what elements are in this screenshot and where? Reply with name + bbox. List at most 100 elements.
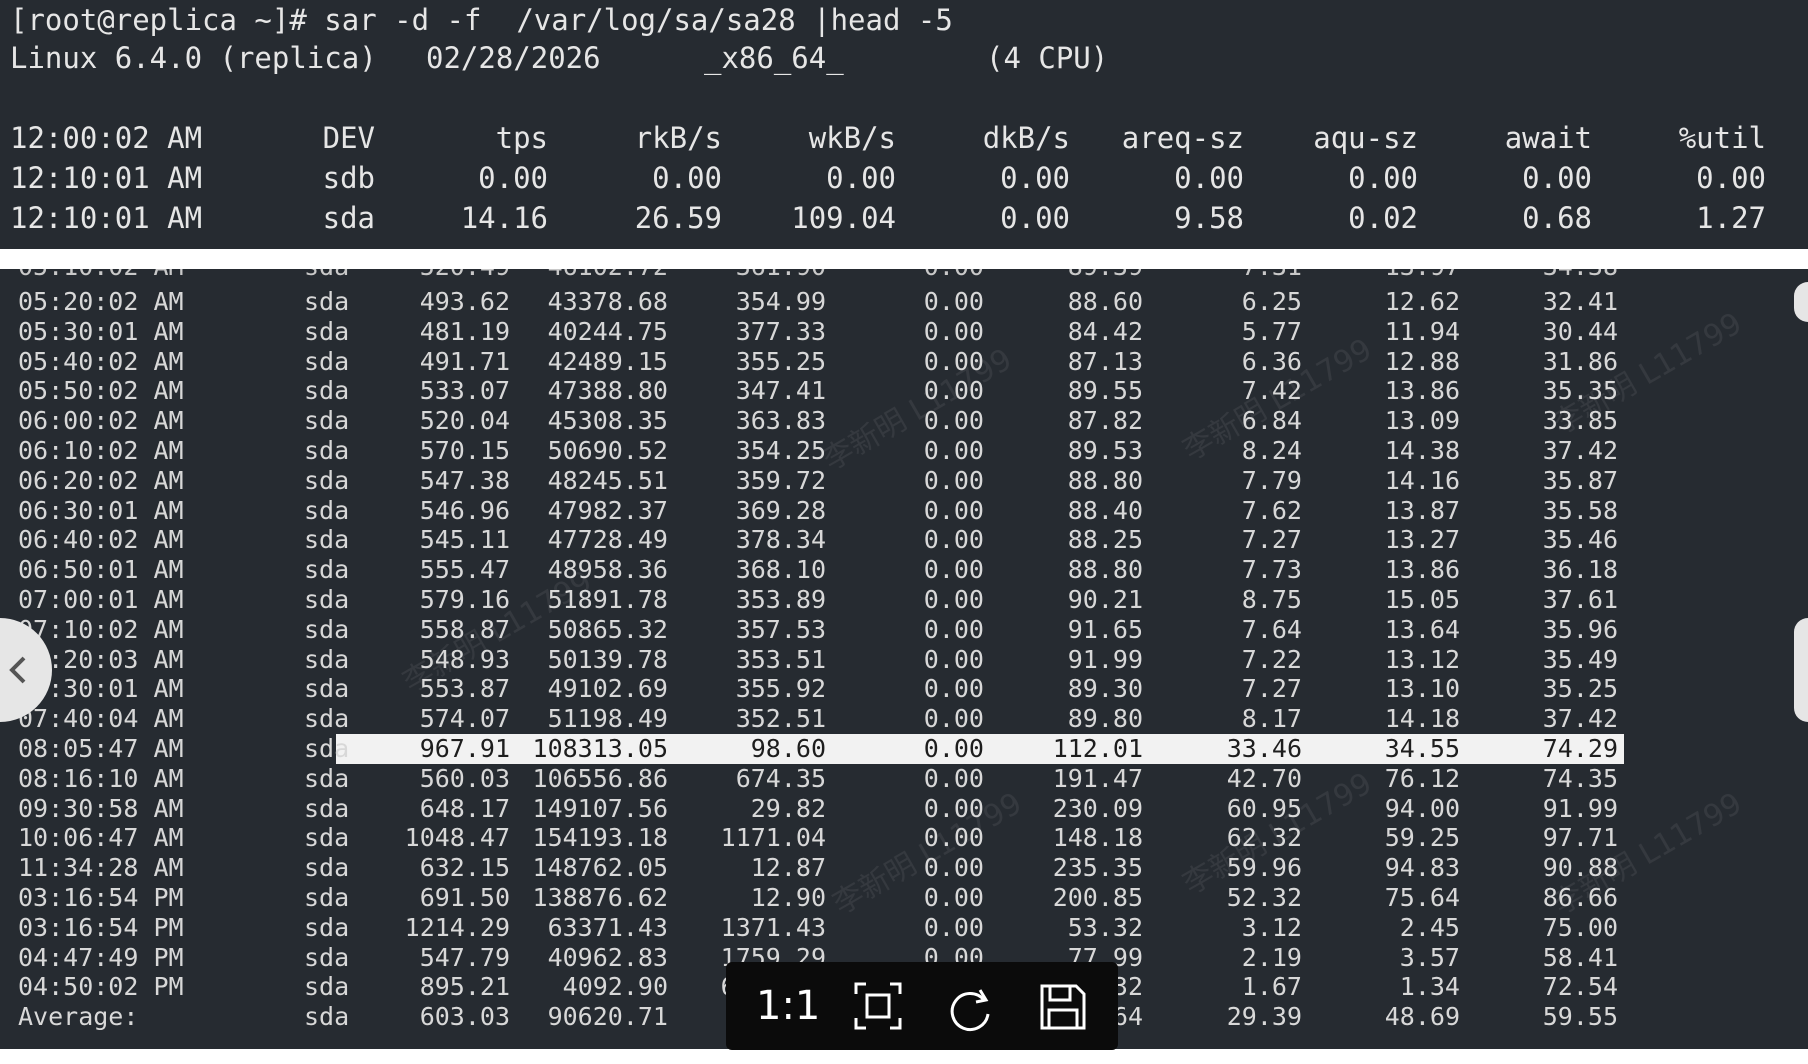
await-cell: 14.16 — [1384, 465, 1460, 495]
time-cell: 03:16:54 PM — [18, 883, 184, 912]
aqu-sz-cell: 7.31 — [1242, 269, 1302, 282]
wkbs-cell: 352.51 — [735, 704, 826, 734]
rkbs-cell: 63371.43 — [547, 912, 668, 942]
column-header-areq-sz: areq-sz — [1121, 121, 1244, 155]
areq-sz-cell: 148.18 — [1052, 823, 1143, 853]
dev-cell: sda — [304, 793, 350, 823]
time-cell: 07:00:01 AM — [18, 585, 184, 614]
table-row[interactable]: 03:16:54 PM sda 1214.29 63371.43 1371.43 0.00… — [0, 913, 1808, 943]
areq-sz-cell: 88.40 — [1067, 495, 1143, 525]
dev-cell: sda — [304, 346, 350, 376]
tps-cell: 481.19 — [419, 316, 510, 346]
tps-cell: 967.91 — [419, 734, 510, 763]
partial-table-row: 05:10:02 AM sda 520.49 46102.72 361.90 0.00 89… — [0, 269, 1808, 285]
table-row[interactable]: 07:40:04 AM sda 574.07 51198.49 352.51 0.00 89… — [0, 704, 1808, 734]
table-row[interactable]: 07:00:01 AM sda 579.16 51891.78 353.89 0.00 90… — [0, 585, 1808, 615]
await-cell: 0.00 — [1522, 161, 1592, 195]
dkbs-cell: 0.00 — [923, 465, 984, 495]
table-row[interactable]: 07:10:02 AM sda 558.87 50865.32 357.53 0.00 91… — [0, 615, 1808, 645]
util-cell: 59.55 — [1542, 1002, 1618, 1032]
dev-cell: sda — [304, 912, 350, 942]
table-row[interactable]: 05:40:02 AM sda 491.71 42489.15 355.25 0.00 87… — [0, 347, 1808, 377]
highlighted-table-row[interactable]: 08:05:47 AMsda967.91108313.0598.600.0011… — [336, 734, 1624, 764]
dev-cell: sda — [304, 674, 350, 704]
tps-cell: 493.62 — [419, 287, 510, 316]
table-row[interactable]: 06:50:01 AM sda 555.47 48958.36 368.10 0.00 88… — [0, 555, 1808, 585]
rkbs-cell: 47388.80 — [547, 376, 668, 406]
table-row[interactable]: 07:20:03 AM sda 548.93 50139.78 353.51 0.00 91… — [0, 645, 1808, 675]
rkbs-cell: 47982.37 — [547, 495, 668, 525]
rkbs-cell: 43378.68 — [547, 287, 668, 316]
dev-cell: sda — [304, 406, 350, 436]
wkbs-cell: 354.99 — [735, 287, 826, 316]
next-image-button[interactable] — [1794, 618, 1808, 722]
time-cell: 10:06:47 AM — [18, 823, 184, 853]
rotate-icon — [950, 989, 990, 1031]
table-row[interactable]: 06:10:02 AM sda 570.15 50690.52 354.25 0.00 89… — [0, 436, 1808, 466]
util-cell: 37.61 — [1542, 585, 1618, 614]
areq-sz-cell: 112.01 — [1052, 734, 1143, 763]
rkbs-cell: 148762.05 — [532, 853, 668, 883]
areq-sz-cell: 88.80 — [1067, 465, 1143, 495]
table-row[interactable]: 09:30:58 AM sda 648.17 149107.56 29.82 0.00 23… — [0, 794, 1808, 824]
dev-cell: sda — [304, 883, 350, 912]
await-cell: 12.88 — [1384, 346, 1460, 376]
wkbs-cell: 357.53 — [735, 614, 826, 644]
areq-sz-cell: 200.85 — [1052, 883, 1143, 912]
await-cell: 11.94 — [1384, 316, 1460, 346]
column-header-util: %util — [1678, 121, 1766, 155]
util-cell: 37.42 — [1542, 704, 1618, 734]
time-cell: 03:16:54 PM — [18, 912, 184, 942]
areq-sz-cell: 91.99 — [1067, 644, 1143, 674]
time-cell: 06:20:02 AM — [18, 465, 184, 495]
await-cell: 13.64 — [1384, 614, 1460, 644]
dev-cell: sda — [304, 495, 350, 525]
kernel-info: Linux 6.4.0 (replica) — [10, 41, 377, 75]
rotate-button[interactable] — [940, 976, 1000, 1036]
areq-sz-cell: 191.47 — [1052, 763, 1143, 793]
rkbs-cell: 40962.83 — [547, 942, 668, 972]
command-prompt-line: [root@replica ~]# sar -d -f /var/log/sa/… — [10, 3, 953, 37]
table-row[interactable]: 07:30:01 AM sda 553.87 49102.69 355.92 0.00 89… — [0, 674, 1808, 704]
aqu-sz-cell: 7.22 — [1241, 644, 1302, 674]
wkbs-cell: 353.89 — [735, 585, 826, 614]
await-cell: 13.86 — [1384, 376, 1460, 406]
table-row[interactable]: 05:30:01 AM sda 481.19 40244.75 377.33 0.00 84… — [0, 317, 1808, 347]
bottom-terminal-panel: 05:10:02 AM sda 520.49 46102.72 361.90 0.00 89… — [0, 269, 1808, 1049]
await-cell: 76.12 — [1384, 763, 1460, 793]
dkbs-cell: 0.00 — [923, 644, 984, 674]
await-cell: 13.10 — [1384, 674, 1460, 704]
rkbs-cell: 46102.72 — [548, 269, 668, 282]
table-row[interactable]: 08:16:10 AM sda 560.03 106556.86 674.35 0.00 1… — [0, 764, 1808, 794]
tps-cell: 603.03 — [419, 1002, 510, 1032]
wkbs-cell: 361.90 — [736, 269, 826, 282]
time-cell: Average: — [18, 1002, 139, 1032]
areq-sz-cell: 84.42 — [1067, 316, 1143, 346]
await-cell: 3.57 — [1399, 942, 1460, 972]
await-cell: 94.00 — [1384, 793, 1460, 823]
time-cell: 08:16:10 AM — [18, 763, 184, 793]
fit-screen-button[interactable] — [848, 976, 908, 1036]
actual-size-button[interactable]: 1:1 — [756, 976, 820, 1036]
aqu-sz-cell: 3.12 — [1241, 912, 1302, 942]
areq-sz-cell: 89.30 — [1067, 674, 1143, 704]
table-row[interactable]: 06:40:02 AM sda 545.11 47728.49 378.34 0.00 88… — [0, 525, 1808, 555]
rkbs-cell: 47728.49 — [547, 525, 668, 555]
util-cell: 0.00 — [1696, 161, 1766, 195]
tps-cell: 560.03 — [419, 763, 510, 793]
wkbs-cell: 368.10 — [735, 555, 826, 585]
table-row[interactable]: 06:30:01 AM sda 546.96 47982.37 369.28 0.00 88… — [0, 496, 1808, 526]
dkbs-cell: 0.00 — [923, 525, 984, 555]
report-date: 02/28/2026 — [426, 41, 601, 75]
dkbs-cell: 0.00 — [923, 704, 984, 734]
save-button[interactable] — [1032, 976, 1092, 1036]
rkbs-cell: 0.00 — [652, 161, 722, 195]
aqu-sz-cell: 7.73 — [1241, 555, 1302, 585]
util-cell: 35.58 — [1542, 495, 1618, 525]
areq-sz-cell: 89.39 — [1068, 269, 1143, 282]
util-cell: 58.41 — [1542, 942, 1618, 972]
viewer-edge-control[interactable] — [1794, 282, 1808, 322]
table-row[interactable]: 05:20:02 AM sda 493.62 43378.68 354.99 0.00 88… — [0, 287, 1808, 317]
aqu-sz-cell: 2.19 — [1241, 942, 1302, 972]
table-row[interactable]: 06:20:02 AM sda 547.38 48245.51 359.72 0.00 88… — [0, 466, 1808, 496]
